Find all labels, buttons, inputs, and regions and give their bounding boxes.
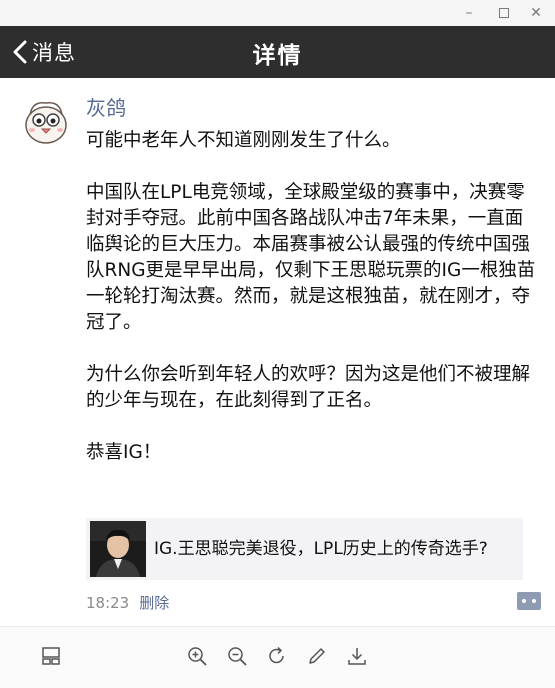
zoom-in-icon (188, 647, 207, 666)
avatar[interactable] (18, 93, 74, 149)
moment-detail: 灰鸽 可能中老年人不知道刚刚发生了什么。 中国队在LPL电竞领域，全球殿堂级的赛… (0, 78, 555, 626)
page-title: 详情 (252, 43, 303, 69)
post-meta: 18:23 删除 (86, 592, 169, 613)
rotate-button[interactable] (266, 645, 288, 667)
shared-link-card[interactable]: IG.王思聪完美退役，LPL历史上的传奇选手? (86, 518, 523, 580)
navigation-bar: 消息 详情 (0, 26, 555, 78)
post-paragraph: 为什么你会听到年轻人的欢呼？因为这是他们不被理解的少年与现在，在此刻得到了正名。 (86, 364, 531, 411)
zoom-out-button[interactable] (226, 645, 248, 667)
dot-icon (522, 599, 526, 603)
zoom-in-button[interactable] (186, 645, 208, 667)
post-body: 可能中老年人不知道刚刚发生了什么。 中国队在LPL电竞领域，全球殿堂级的赛事中，… (86, 128, 536, 466)
delete-button[interactable]: 删除 (139, 594, 169, 612)
zoom-out-icon (228, 647, 247, 666)
comment-button[interactable] (517, 592, 541, 610)
post-paragraph: 可能中老年人不知道刚刚发生了什么。 (86, 130, 401, 151)
maximize-button[interactable] (495, 4, 513, 22)
post-paragraph: 恭喜IG！ (86, 442, 162, 463)
close-button[interactable]: ✕ (527, 4, 545, 22)
viewer-toolbar (0, 626, 555, 688)
minimize-button[interactable]: – (460, 4, 478, 22)
link-thumbnail (90, 521, 146, 577)
edit-button[interactable] (306, 645, 328, 667)
sidebar-toggle-icon (42, 647, 60, 665)
link-title: IG.王思聪完美退役，LPL历史上的传奇选手? (154, 539, 488, 559)
sidebar-toggle-button[interactable] (40, 645, 62, 667)
post-paragraph: 中国队在LPL电竞领域，全球殿堂级的赛事中，决赛零封对手夺冠。此前中国各路战队冲… (86, 182, 536, 333)
download-icon (348, 648, 366, 665)
pigeon-avatar-icon (18, 93, 74, 149)
edit-icon (309, 648, 325, 664)
rotate-icon (269, 646, 284, 664)
window-titlebar: – ✕ (0, 0, 555, 26)
author-name[interactable]: 灰鸽 (86, 92, 126, 121)
dot-icon (532, 599, 536, 603)
maximize-icon (499, 8, 509, 18)
post-time: 18:23 (86, 594, 130, 612)
download-button[interactable] (346, 645, 368, 667)
